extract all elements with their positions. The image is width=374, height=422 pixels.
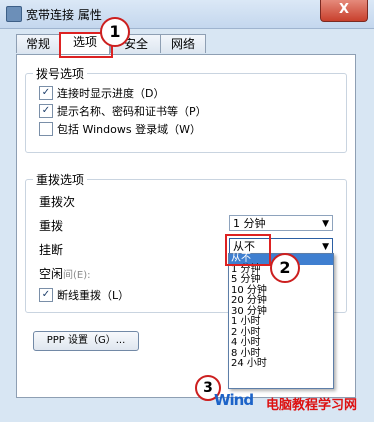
dropdown-option[interactable]: 20 分钟 xyxy=(229,296,333,307)
step-marker-1: 1 xyxy=(100,17,130,47)
chevron-down-icon: ▼ xyxy=(322,219,329,229)
redial-interval-label: 重拨 xyxy=(39,219,64,233)
step-marker-2: 2 xyxy=(270,253,300,283)
watermark-logo: Wind xyxy=(214,391,254,409)
network-connection-icon xyxy=(6,6,22,22)
redial-options-title: 重拨选项 xyxy=(33,171,88,188)
checkbox-checked-icon: ✓ xyxy=(39,288,53,302)
checkbox-checked-icon: ✓ xyxy=(39,104,53,118)
idle-label: 空闲间(E): xyxy=(39,265,91,282)
checkbox-label: 连接时显示进度（D） xyxy=(57,87,165,100)
redial-interval-select[interactable]: 1 分钟 ▼ xyxy=(229,215,333,231)
redial-if-dropped-checkbox[interactable]: ✓ 断线重拨（L） xyxy=(39,287,129,303)
select-value: 1 分钟 xyxy=(233,217,266,230)
tab-general[interactable]: 常规 xyxy=(16,34,60,53)
ppp-settings-button[interactable]: PPP 设置（G）... xyxy=(33,331,139,351)
checkbox-checked-icon: ✓ xyxy=(39,86,53,100)
dropdown-option[interactable]: 4 小时 xyxy=(229,338,333,349)
dropdown-option[interactable]: 1 小时 xyxy=(229,317,333,328)
checkbox-label: 断线重拨（L） xyxy=(57,289,130,302)
dropdown-option[interactable]: 24 小时 xyxy=(229,359,333,370)
redial-attempts-label: 重拨次 xyxy=(39,195,76,209)
idle-label-text: 空闲 xyxy=(39,267,64,281)
dropdown-highlight-box xyxy=(225,234,271,266)
checkbox-unchecked-icon xyxy=(39,122,53,136)
show-progress-checkbox[interactable]: ✓ 连接时显示进度（D） xyxy=(39,85,164,101)
include-domain-checkbox[interactable]: 包括 Windows 登录域（W） xyxy=(39,121,201,137)
checkbox-label: 提示名称、密码和证书等（P） xyxy=(57,105,207,118)
dial-options-title: 拨号选项 xyxy=(33,65,88,82)
checkbox-label: 包括 Windows 登录域（W） xyxy=(57,123,201,136)
prompt-credentials-checkbox[interactable]: ✓ 提示名称、密码和证书等（P） xyxy=(39,103,207,119)
idle-hangup-label: 挂断 xyxy=(39,243,64,257)
watermark-text: 电脑教程学习网 xyxy=(266,398,358,413)
close-button[interactable]: X xyxy=(320,0,368,22)
tab-network[interactable]: 网络 xyxy=(160,34,206,53)
idle-label-suffix: 间(E): xyxy=(63,270,91,281)
window-title: 宽带连接 属性 xyxy=(26,8,102,22)
title-bar: 宽带连接 属性 X xyxy=(0,0,374,29)
